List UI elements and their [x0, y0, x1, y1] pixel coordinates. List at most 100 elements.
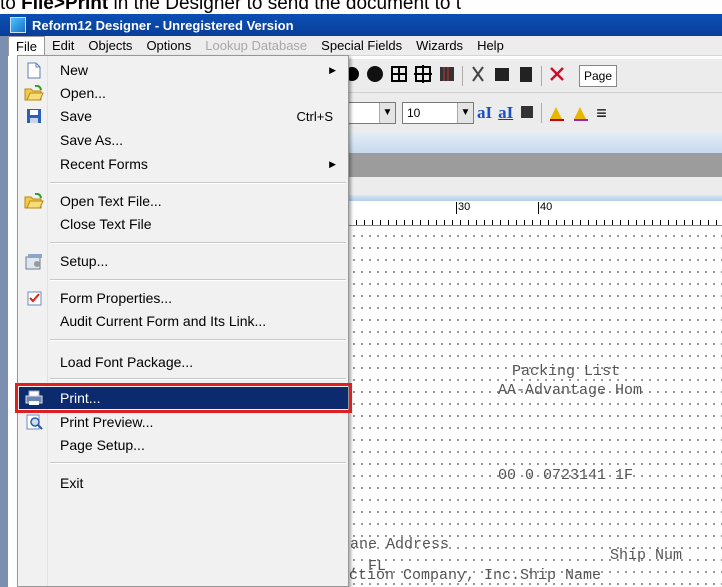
- menu-item-label: Exit: [60, 475, 84, 491]
- format-toolbar: ▼ 10 ▼ aI aI ≡: [346, 93, 722, 133]
- menu-item-save-as[interactable]: Save As...: [19, 129, 348, 151]
- toolbar-separator: [462, 65, 463, 86]
- toolbar-separator: [541, 65, 542, 86]
- align-icon[interactable]: ≡: [596, 103, 607, 124]
- doc-line[interactable]: Packing List: [512, 363, 620, 380]
- doc-line[interactable]: , FL: [350, 558, 386, 575]
- menu-item-print-preview[interactable]: Print Preview...: [19, 411, 348, 433]
- menu-objects[interactable]: Objects: [81, 36, 139, 56]
- font-color-icon[interactable]: aI: [477, 103, 492, 123]
- main-toolbar: Page: [345, 59, 722, 93]
- new-document-icon: [24, 61, 44, 79]
- ungroup-icon[interactable]: [414, 65, 432, 86]
- menu-item-label: Save: [60, 108, 92, 124]
- paste-icon[interactable]: [517, 65, 535, 86]
- menu-special-fields[interactable]: Special Fields: [314, 36, 409, 56]
- print-preview-icon: [24, 413, 44, 431]
- menu-item-label: Form Properties...: [60, 290, 173, 306]
- line-color-icon[interactable]: [572, 103, 590, 124]
- checkbox-icon: [24, 289, 44, 307]
- horizontal-ruler: 30 40: [348, 201, 722, 226]
- chevron-down-icon: ▼: [457, 103, 473, 123]
- menu-item-label: Open...: [60, 85, 106, 101]
- font-size-value: 10: [407, 106, 421, 120]
- doc-line[interactable]: Ship Num: [610, 547, 682, 564]
- sentence-rest: in the Designer to send the document to …: [108, 0, 462, 13]
- page-button[interactable]: Page: [579, 64, 618, 87]
- document-sentence: to File>Print in the Designer to send th…: [0, 0, 722, 13]
- menu-item-label: Print Preview...: [60, 414, 154, 430]
- menu-item-audit-form[interactable]: Audit Current Form and Its Link...: [19, 310, 348, 332]
- designer-workspace: Page ▼ 10 ▼ aI aI ≡ 30 40 Packing List AA…: [345, 56, 722, 587]
- menu-item-load-font-package[interactable]: Load Font Package...: [19, 351, 348, 373]
- page-button-label: Page: [584, 68, 613, 83]
- ruler-mark-40: 40: [538, 201, 553, 214]
- font-name-dropdown[interactable]: ▼: [346, 102, 396, 124]
- menu-item-page-setup[interactable]: Page Setup...: [19, 434, 348, 456]
- circle-filled-icon[interactable]: [366, 65, 384, 86]
- menu-file[interactable]: File: [8, 35, 45, 56]
- sentence-prefix: to: [0, 0, 22, 13]
- menu-separator: [50, 279, 346, 281]
- open-folder-icon: [24, 192, 44, 210]
- setup-icon: [24, 252, 44, 270]
- menu-wizards[interactable]: Wizards: [409, 36, 470, 56]
- doc-line[interactable]: 00 0 0723141 1F: [498, 467, 633, 484]
- doc-line[interactable]: ction Company, Inc.Ship Name: [349, 567, 601, 584]
- menu-item-label: Load Font Package...: [60, 354, 194, 370]
- menu-item-open-text-file[interactable]: Open Text File...: [19, 190, 348, 212]
- menu-item-save[interactable]: Save Ctrl+S: [19, 105, 348, 127]
- window-title: Reform12 Designer - Unregistered Version: [32, 17, 294, 33]
- menu-separator: [50, 378, 346, 380]
- window-left-edge: [0, 14, 8, 587]
- menu-separator: [50, 462, 346, 464]
- font-size-dropdown[interactable]: 10 ▼: [402, 102, 474, 124]
- submenu-arrow-icon: ▶: [329, 64, 336, 75]
- menu-separator: [50, 242, 346, 244]
- doc-line[interactable]: AA-Advantage Hom: [498, 382, 642, 399]
- form-subheader-bar: [348, 177, 722, 195]
- menu-item-label: New: [60, 62, 89, 78]
- underline-color-icon[interactable]: aI: [498, 103, 513, 123]
- menu-item-label: Recent Forms: [60, 156, 148, 172]
- menu-item-label: Save As...: [60, 132, 124, 148]
- menu-item-recent-forms[interactable]: Recent Forms ▶: [19, 153, 348, 175]
- cut-icon[interactable]: [469, 65, 487, 86]
- menu-item-shortcut: Ctrl+S: [296, 108, 333, 124]
- menu-item-label: Page Setup...: [60, 437, 145, 453]
- fill-color-icon[interactable]: [519, 104, 535, 123]
- menu-edit[interactable]: Edit: [45, 36, 81, 56]
- ruler-mark-30: 30: [456, 201, 471, 214]
- menu-item-form-properties[interactable]: Form Properties...: [19, 287, 348, 309]
- file-menu-dropdown: New ▶ Open... Save Ctrl+S Save As... Rec…: [17, 55, 349, 587]
- highlight-icon[interactable]: [548, 103, 566, 124]
- doc-line[interactable]: ane Address: [350, 536, 449, 553]
- menu-options[interactable]: Options: [139, 36, 198, 56]
- menu-item-new[interactable]: New ▶: [19, 59, 348, 81]
- menu-item-label: Open Text File...: [60, 193, 162, 209]
- copy-icon[interactable]: [493, 65, 511, 86]
- group-icon[interactable]: [390, 65, 408, 86]
- menu-item-setup[interactable]: Setup...: [19, 250, 348, 272]
- form-header-bar: [348, 153, 722, 177]
- menu-item-label: Setup...: [60, 253, 109, 269]
- submenu-arrow-icon: ▶: [329, 158, 336, 169]
- ruler-ticks: [348, 220, 722, 225]
- delete-icon[interactable]: [548, 65, 566, 86]
- chevron-down-icon: ▼: [379, 103, 395, 123]
- menu-bar: File Edit Objects Options Lookup Databas…: [8, 35, 722, 56]
- toolbar-separator: [541, 103, 543, 123]
- menu-item-exit[interactable]: Exit: [19, 472, 348, 494]
- menu-separator: [50, 339, 346, 341]
- tab-strip: [348, 133, 722, 153]
- menu-separator: [50, 182, 346, 184]
- menu-item-close-text-file[interactable]: Close Text File: [19, 213, 348, 235]
- menu-help[interactable]: Help: [470, 36, 511, 56]
- print-callout-highlight: [15, 383, 352, 413]
- grid-icon[interactable]: [438, 65, 456, 86]
- form-canvas[interactable]: Packing List AA-Advantage Hom 00 0 07231…: [348, 226, 722, 587]
- menu-item-label: Audit Current Form and Its Link...: [60, 313, 267, 329]
- menu-lookup-database[interactable]: Lookup Database: [198, 36, 314, 56]
- title-bar[interactable]: Reform12 Designer - Unregistered Version: [0, 14, 722, 36]
- menu-item-open[interactable]: Open...: [19, 82, 348, 104]
